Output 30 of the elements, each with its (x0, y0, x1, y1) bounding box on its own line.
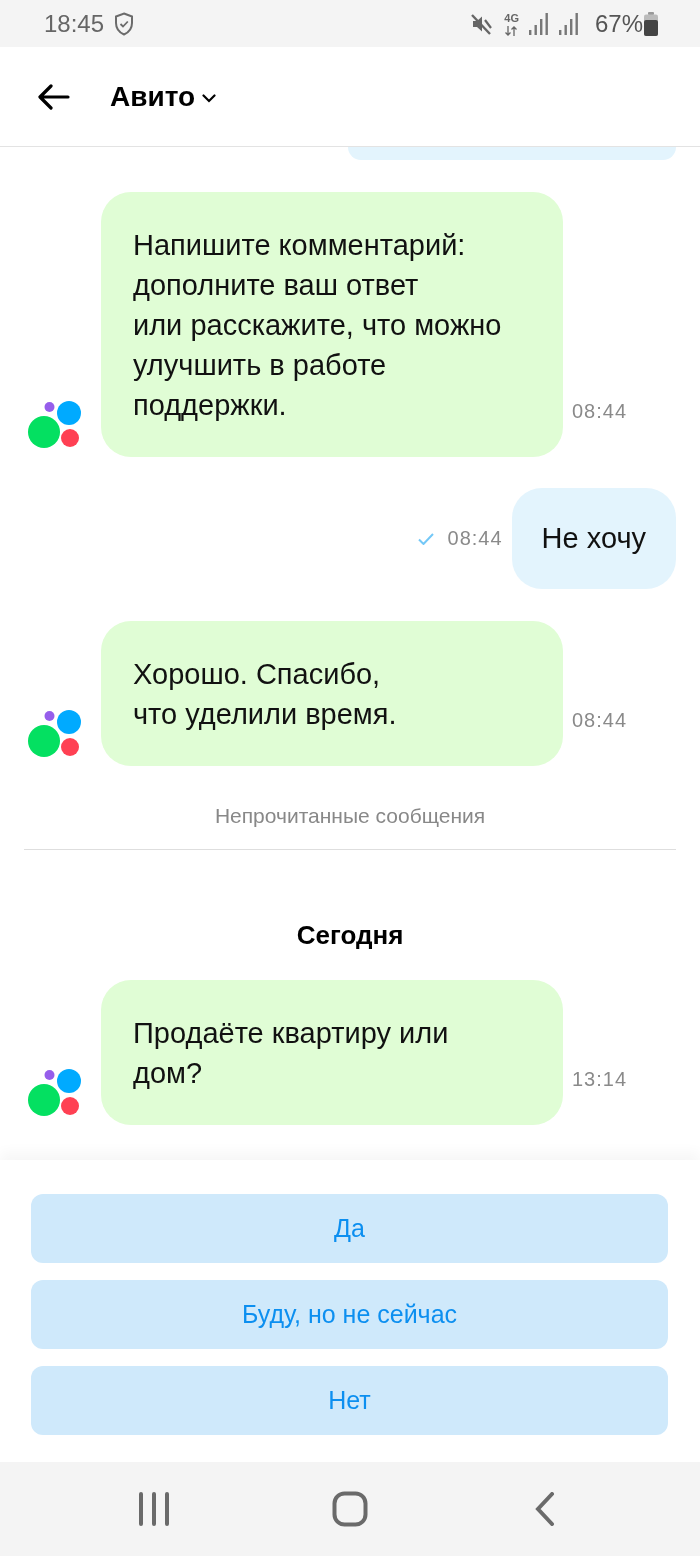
back-arrow-icon[interactable] (38, 83, 70, 110)
quick-reply-button[interactable]: Да (31, 1194, 668, 1263)
message-time: 13:14 (572, 1068, 628, 1091)
message-bubble: Продаёте квартиру или дом? (101, 980, 563, 1125)
unread-messages-label: Непрочитанные сообщения (213, 804, 487, 828)
chat-title-dropdown[interactable]: Авито (110, 80, 217, 113)
message-bubble: Напишите комментарий: дополните ваш ответ или расскажите, что можно улучшить в работе поддержки. (101, 192, 563, 457)
clock-time: 18:45 (44, 9, 105, 38)
dots-logo-icon (28, 401, 82, 449)
dots-logo-icon (28, 1069, 82, 1117)
message-bubble: Хорошо. Спасибо, что уделили время. (101, 621, 563, 766)
date-header: Сегодня (295, 919, 405, 951)
battery-percent: 67% (594, 9, 643, 38)
message-time: 08:44 (572, 400, 628, 423)
signal-icon (528, 12, 549, 35)
data-arrows-icon (504, 25, 517, 36)
recent-apps-icon[interactable] (138, 1492, 170, 1526)
network-type-label: 4G (504, 13, 519, 24)
chevron-down-icon (202, 94, 217, 103)
shield-check-icon (114, 11, 135, 36)
dots-logo-icon (28, 710, 82, 758)
message-time: 08:44 (572, 709, 628, 732)
quick-reply-button[interactable]: Нет (31, 1366, 668, 1435)
home-icon[interactable] (332, 1491, 368, 1527)
back-icon[interactable] (535, 1492, 555, 1526)
signal-icon (558, 12, 579, 35)
message-bubble: Не хочу (511, 488, 676, 589)
quick-reply-button[interactable]: Буду, но не сейчас (31, 1280, 668, 1349)
battery-icon (644, 11, 658, 36)
message-time: 08:44 (447, 527, 503, 550)
